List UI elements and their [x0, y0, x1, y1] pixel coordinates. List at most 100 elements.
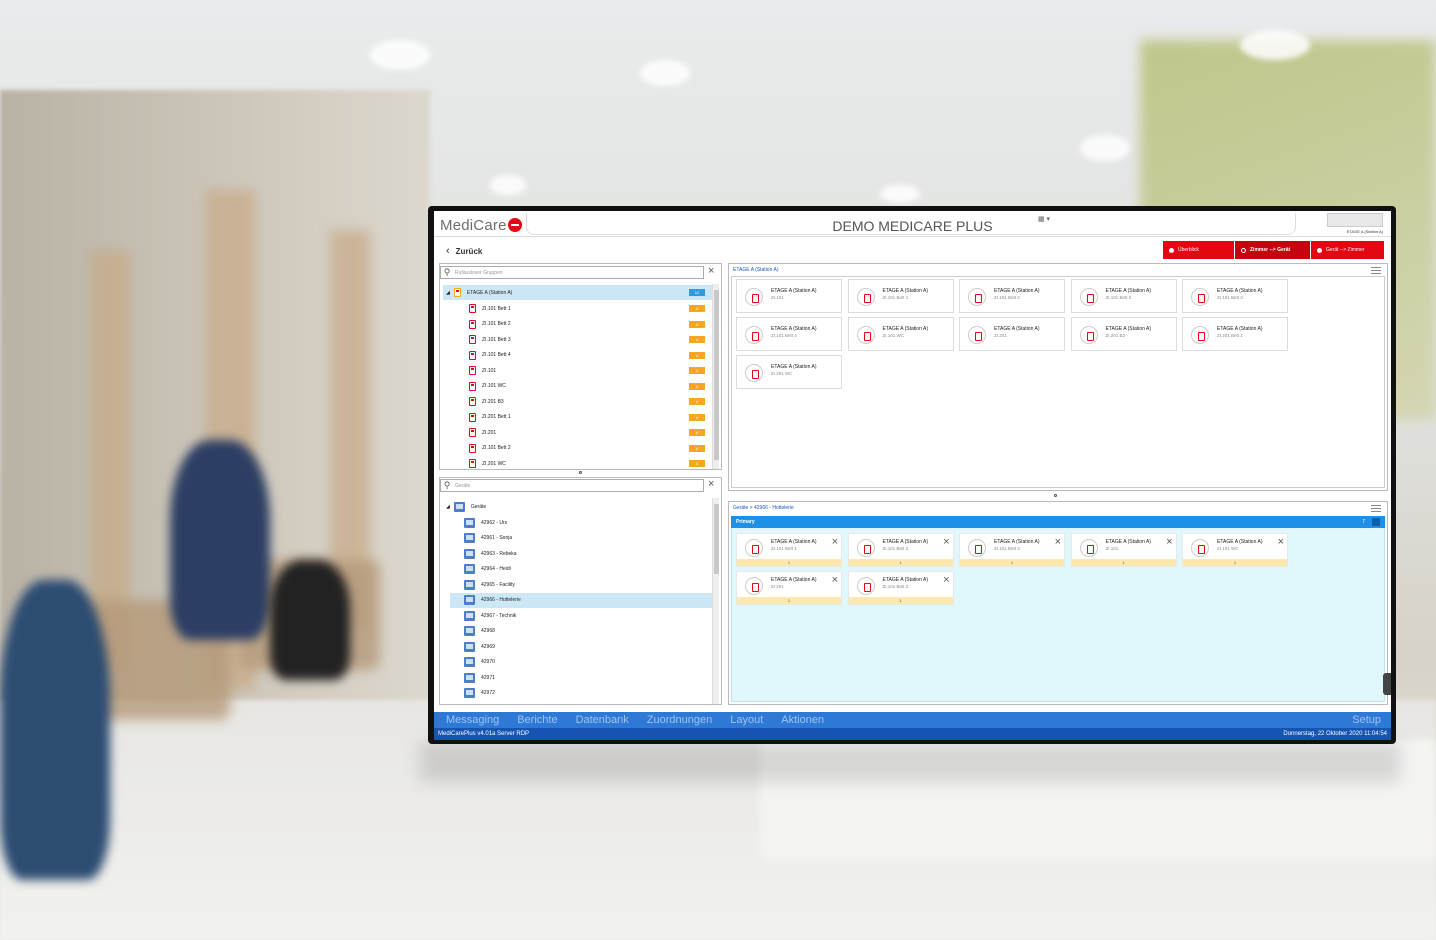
nav-aktionen[interactable]: Aktionen [781, 714, 824, 726]
menu-icon[interactable] [1371, 505, 1381, 512]
room-card[interactable]: ETAGE A (Station A) ZI.101 Bett 2 [1070, 279, 1177, 313]
call-device-icon [968, 326, 986, 344]
group-list-item[interactable]: ZI.201 B3 4 [443, 394, 713, 409]
assigned-room-card[interactable]: ETAGE A (Station A) ZI.201 × 1 [736, 571, 842, 605]
app-screen: MediCare DEMO MEDICARE PLUS ▦ ▾ ETAGE A … [434, 211, 1391, 740]
title-bar: MediCare DEMO MEDICARE PLUS ▦ ▾ ETAGE A … [434, 211, 1391, 237]
remove-icon[interactable]: × [832, 536, 838, 548]
device-list-item[interactable]: 42972 [450, 686, 712, 701]
mode-device-to-room[interactable]: Gerät --> Zimmer [1311, 241, 1385, 259]
group-list-item[interactable]: ZI.101 Bett 24 [443, 441, 713, 456]
group-list-item[interactable]: ZI.101 Bett 44 [443, 348, 713, 363]
device-icon [464, 641, 475, 652]
room-card[interactable]: ETAGE A (Station A) ZI.101 [736, 279, 842, 313]
tree-root-group[interactable]: ◢ ETAGE A (Station A) 12 [443, 285, 713, 300]
room-card[interactable]: ETAGE A (Station A) ZI.201 WC [736, 355, 842, 389]
group-list-item[interactable]: ZI.101 WC 4 [443, 379, 713, 394]
call-device-icon [745, 364, 763, 382]
title-tab [526, 213, 1296, 235]
group-list-item[interactable]: ZI.201 WC 4 [443, 456, 713, 469]
nav-messaging[interactable]: Messaging [446, 714, 499, 726]
nav-layout[interactable]: Layout [730, 714, 763, 726]
group-list-item[interactable]: ZI.101 Bett 24 [443, 317, 713, 332]
logo-cross-icon [507, 218, 522, 232]
group-list-item[interactable]: ZI.101 Bett 34 [443, 332, 713, 347]
mode-room-to-device[interactable]: Zimmer --> Gerät [1235, 241, 1311, 259]
assigned-room-card[interactable]: ETAGE A (Station A) ZI.101 Bett 1 × 1 [736, 533, 842, 567]
priority-bar: 1 [737, 559, 841, 566]
assigned-room-card[interactable]: ETAGE A (Station A) ZI.101 WC × 1 [1182, 533, 1288, 567]
device-list-item[interactable]: 42963 - Rebeka [450, 546, 712, 561]
clear-icon[interactable]: × [708, 265, 714, 277]
device-list-item[interactable]: 42971 [450, 670, 712, 685]
nav-setup[interactable]: Setup [1352, 714, 1381, 726]
room-icon [469, 428, 476, 437]
remove-icon[interactable]: × [1055, 536, 1061, 548]
assigned-room-card[interactable]: ETAGE A (Station A) ZI.101 × 1 [1070, 533, 1177, 567]
room-card[interactable]: ETAGE A (Station A) ZI.201 [959, 317, 1065, 351]
room-icon [469, 459, 476, 468]
remove-icon[interactable]: × [1278, 536, 1284, 548]
nav-berichte[interactable]: Berichte [517, 714, 557, 726]
group-list-item[interactable]: ZI.101 Bett 14 [443, 301, 713, 316]
count-badge: 4 [689, 367, 705, 374]
groups-scrollbar[interactable] [712, 284, 719, 469]
device-list-item[interactable]: 42964 - Heidi [450, 562, 712, 577]
menu-icon[interactable] [1371, 267, 1381, 274]
remove-icon[interactable]: × [832, 574, 838, 586]
device-list-item[interactable]: 42965 - Facility [450, 577, 712, 592]
device-list-item[interactable]: 42967 - Technik [450, 608, 712, 623]
room-card[interactable]: ETAGE A (Station A) ZI.101 WC [847, 317, 954, 351]
splitter-handle[interactable] [1054, 494, 1057, 497]
device-list-item[interactable]: 42968 [450, 624, 712, 639]
call-device-icon [1079, 539, 1098, 557]
device-list-item[interactable]: 42966 - Hottelerie [450, 592, 712, 608]
layout-dropdown-icon[interactable]: ▦ ▾ [1038, 215, 1050, 223]
nav-datenbank[interactable]: Datenbank [576, 714, 629, 726]
side-panel-tab[interactable] [1383, 673, 1391, 695]
clear-icon[interactable]: × [708, 478, 714, 490]
group-settings-icon[interactable] [1372, 518, 1380, 526]
room-icon [469, 335, 476, 344]
room-card[interactable]: ETAGE A (Station A) ZI.101 Bett 4 [736, 317, 842, 351]
group-list-item[interactable]: ZI.101 4 [443, 363, 713, 378]
group-list-item[interactable]: ZI.201 4 [443, 425, 713, 440]
groups-search-input[interactable]: ⚲ Rufausloser Gruppen [440, 266, 704, 279]
room-card[interactable]: ETAGE A (Station A) ZI.201 Bett 1 [1182, 317, 1288, 351]
tree-root-devices[interactable]: ◢ Geräte [443, 499, 705, 514]
priority-bar: 1 [848, 597, 953, 604]
back-button[interactable]: ‹ Zurück [446, 245, 482, 257]
group-list-item[interactable]: ZI.201 Bett 14 [443, 410, 713, 425]
device-list-item[interactable]: 42962 - Urs [450, 515, 712, 530]
devices-search-input[interactable]: ⚲ Geräte [440, 479, 704, 492]
device-list-item[interactable]: 42970 [450, 655, 712, 670]
device-list-item[interactable]: 42969 [450, 639, 712, 654]
room-card[interactable]: ETAGE A (Station A) ZI.101 Bett 1 [847, 279, 954, 313]
window-controls[interactable] [1327, 213, 1383, 227]
call-device-icon [1191, 288, 1209, 306]
remove-icon[interactable]: × [1166, 536, 1172, 548]
remove-icon[interactable]: × [943, 574, 949, 586]
assigned-room-card[interactable]: ETAGE A (Station A) ZI.101 Bett 2 × 1 [847, 533, 954, 567]
call-device-icon [968, 288, 986, 306]
room-card[interactable]: ETAGE A (Station A) ZI.101 Bett 3 [1182, 279, 1288, 313]
datetime-label: Donnerstag, 22 Oktober 2020 11:04:54 [1283, 731, 1387, 737]
assigned-room-card[interactable]: ETAGE A (Station A) ZI.101 Bett 2 × 1 [847, 571, 954, 605]
rooms-pane-header: ETAGE A (Station A) [733, 267, 779, 273]
primary-group-header[interactable]: Primary 7 [731, 516, 1385, 528]
nav-zuordnungen[interactable]: Zuordnungen [647, 714, 712, 726]
room-card[interactable]: ETAGE A (Station A) ZI.101 Bett 2 [959, 279, 1065, 313]
priority-bar: 1 [737, 597, 841, 604]
splitter-handle[interactable] [579, 471, 582, 474]
room-card[interactable]: ETAGE A (Station A) ZI.201 B3 [1070, 317, 1177, 351]
remove-icon[interactable]: × [943, 536, 949, 548]
mode-overview[interactable]: Überblick [1163, 241, 1235, 259]
room-icon [469, 319, 476, 329]
assigned-room-card[interactable]: ETAGE A (Station A) ZI.101 Bett 3 × 1 [959, 533, 1065, 567]
devices-scrollbar[interactable] [712, 498, 719, 704]
call-device-icon [745, 326, 763, 344]
device-list-item[interactable]: 42961 - Sonja [450, 531, 712, 546]
status-bar: MediCarePlus v4.01a Server RDP Donnersta… [434, 728, 1391, 740]
call-device-icon [1079, 326, 1098, 344]
call-device-icon [968, 539, 986, 557]
